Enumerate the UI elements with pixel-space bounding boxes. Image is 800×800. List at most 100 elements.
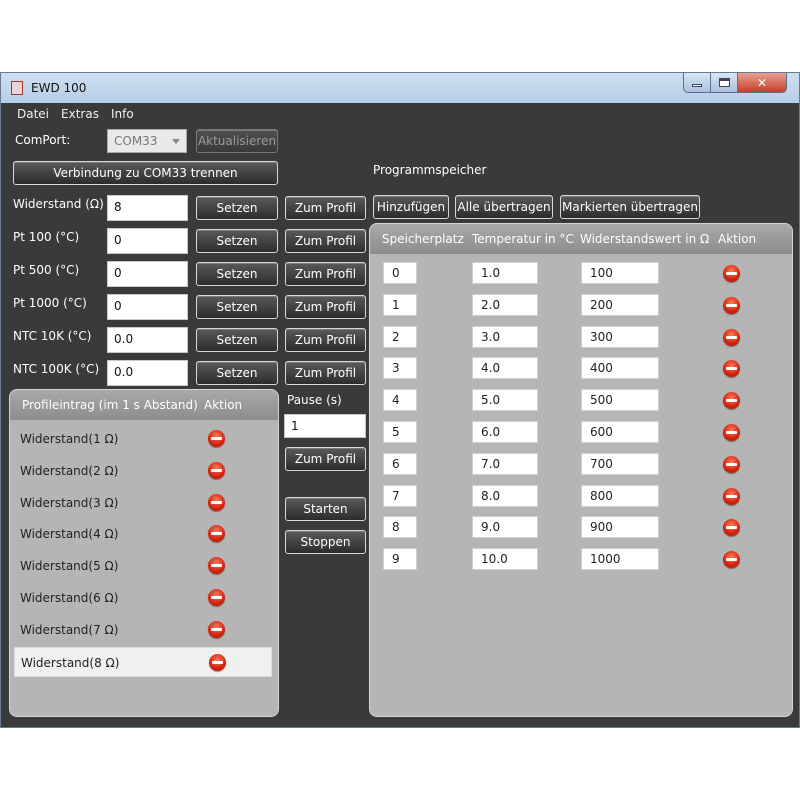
delete-icon[interactable] — [723, 551, 740, 569]
profile-row[interactable]: Widerstand(2 Ω) — [14, 456, 272, 486]
delete-icon[interactable] — [208, 493, 225, 511]
memory-slot-cell[interactable]: 8 — [383, 516, 417, 539]
to-profile-button[interactable]: Zum Profil — [285, 229, 366, 253]
memory-temp-cell[interactable]: 5.0 — [472, 389, 538, 412]
memory-resistance-cell[interactable]: 900 — [581, 516, 659, 539]
delete-icon[interactable] — [208, 620, 225, 638]
profile-row[interactable]: Widerstand(3 Ω) — [14, 488, 272, 518]
memory-resistance-cell[interactable]: 1000 — [581, 548, 659, 571]
delete-icon[interactable] — [208, 461, 225, 479]
delete-icon[interactable] — [723, 265, 740, 282]
memory-temp-cell[interactable]: 10.0 — [472, 548, 538, 571]
set-button[interactable]: Setzen — [196, 262, 278, 286]
title-bar: EWD 100 ✕ — [1, 73, 799, 103]
memory-resistance-cell[interactable]: 400 — [581, 357, 659, 380]
setting-input[interactable]: 0 — [107, 261, 188, 287]
memory-slot-cell[interactable]: 5 — [383, 421, 417, 443]
memory-slot-cell[interactable]: 9 — [383, 548, 417, 571]
add-button[interactable]: Hinzufügen — [373, 195, 449, 219]
profile-entry-label: Widerstand(2 Ω) — [20, 463, 119, 478]
stop-button[interactable]: Stoppen — [285, 530, 366, 554]
to-profile-button[interactable]: Zum Profil — [285, 295, 366, 319]
menu-info[interactable]: Info — [111, 107, 134, 121]
delete-icon[interactable] — [723, 455, 740, 473]
memory-resistance-cell[interactable]: 800 — [581, 484, 659, 507]
memory-temp-cell[interactable]: 6.0 — [472, 421, 538, 443]
memory-temp-cell[interactable]: 7.0 — [472, 452, 538, 475]
setting-input[interactable]: 0 — [107, 294, 188, 320]
profile-header-entry: Profileintrag (im 1 s Abstand) — [22, 398, 198, 412]
setting-label: Widerstand (Ω) — [13, 197, 104, 211]
profile-panel: Profileintrag (im 1 s Abstand) Aktion Wi… — [9, 389, 279, 717]
menu-datei[interactable]: Datei — [17, 107, 49, 121]
memory-slot-cell[interactable]: 2 — [383, 325, 417, 348]
menu-bar: Datei Extras Info — [1, 103, 799, 125]
memory-slot-cell[interactable]: 0 — [383, 262, 417, 284]
memory-resistance-cell[interactable]: 300 — [581, 325, 659, 348]
delete-icon[interactable] — [723, 296, 740, 314]
profile-row[interactable]: Widerstand(8 Ω) — [14, 646, 272, 677]
profile-row[interactable]: Widerstand(6 Ω) — [14, 583, 272, 613]
to-profile-button[interactable]: Zum Profil — [285, 328, 366, 352]
delete-icon[interactable] — [723, 360, 740, 378]
maximize-button[interactable] — [710, 73, 738, 93]
profile-row[interactable]: Widerstand(7 Ω) — [14, 615, 272, 645]
memory-header-slot: Speicherplatz — [382, 232, 464, 246]
delete-icon[interactable] — [208, 525, 225, 543]
set-button[interactable]: Setzen — [196, 229, 278, 253]
delete-icon[interactable] — [723, 392, 740, 410]
transfer-all-button[interactable]: Alle übertragen — [455, 195, 553, 219]
memory-resistance-cell[interactable]: 600 — [581, 421, 659, 443]
setting-input[interactable]: 0.0 — [107, 360, 188, 386]
memory-temp-cell[interactable]: 1.0 — [472, 262, 538, 284]
memory-temp-cell[interactable]: 4.0 — [472, 357, 538, 380]
delete-icon[interactable] — [723, 424, 740, 441]
memory-resistance-cell[interactable]: 700 — [581, 452, 659, 475]
memory-resistance-cell[interactable]: 500 — [581, 389, 659, 412]
disconnect-button[interactable]: Verbindung zu COM33 trennen — [13, 161, 278, 185]
delete-icon[interactable] — [723, 519, 740, 537]
memory-slot-cell[interactable]: 4 — [383, 389, 417, 412]
delete-icon[interactable] — [723, 328, 740, 346]
setting-input[interactable]: 8 — [107, 195, 188, 221]
refresh-button[interactable]: Aktualisieren — [196, 129, 278, 153]
set-button[interactable]: Setzen — [196, 196, 278, 220]
start-button[interactable]: Starten — [285, 497, 366, 521]
setting-label: Pt 500 (°C) — [13, 263, 80, 277]
delete-icon[interactable] — [208, 589, 225, 606]
to-profile-button[interactable]: Zum Profil — [285, 262, 366, 286]
pause-input[interactable]: 1 — [284, 414, 366, 438]
setting-input[interactable]: 0.0 — [107, 327, 188, 353]
pause-to-profile-button[interactable]: Zum Profil — [285, 447, 366, 471]
minimize-icon — [692, 84, 702, 87]
delete-icon[interactable] — [209, 653, 226, 671]
memory-temp-cell[interactable]: 9.0 — [472, 516, 538, 539]
minimize-button[interactable] — [683, 73, 711, 93]
memory-resistance-cell[interactable]: 100 — [581, 262, 659, 284]
close-button[interactable]: ✕ — [737, 73, 787, 93]
setting-input[interactable]: 0 — [107, 228, 188, 254]
memory-temp-cell[interactable]: 3.0 — [472, 325, 538, 348]
profile-row[interactable]: Widerstand(4 Ω) — [14, 519, 272, 549]
profile-entry-label: Widerstand(6 Ω) — [20, 591, 119, 605]
set-button[interactable]: Setzen — [196, 361, 278, 385]
comport-select[interactable]: COM33 — [107, 129, 187, 153]
set-button[interactable]: Setzen — [196, 328, 278, 352]
memory-slot-cell[interactable]: 3 — [383, 357, 417, 380]
memory-temp-cell[interactable]: 8.0 — [472, 484, 538, 507]
memory-resistance-cell[interactable]: 200 — [581, 293, 659, 316]
memory-slot-cell[interactable]: 6 — [383, 452, 417, 475]
menu-extras[interactable]: Extras — [61, 107, 99, 121]
delete-icon[interactable] — [723, 487, 740, 505]
delete-icon[interactable] — [208, 430, 225, 447]
memory-slot-cell[interactable]: 1 — [383, 293, 417, 316]
profile-row[interactable]: Widerstand(1 Ω) — [14, 424, 272, 454]
memory-temp-cell[interactable]: 2.0 — [472, 293, 538, 316]
to-profile-button[interactable]: Zum Profil — [285, 196, 366, 220]
transfer-selected-button[interactable]: Markierten übertragen — [560, 195, 700, 219]
delete-icon[interactable] — [208, 557, 225, 575]
set-button[interactable]: Setzen — [196, 295, 278, 319]
to-profile-button[interactable]: Zum Profil — [285, 361, 366, 385]
profile-row[interactable]: Widerstand(5 Ω) — [14, 551, 272, 581]
memory-slot-cell[interactable]: 7 — [383, 484, 417, 507]
